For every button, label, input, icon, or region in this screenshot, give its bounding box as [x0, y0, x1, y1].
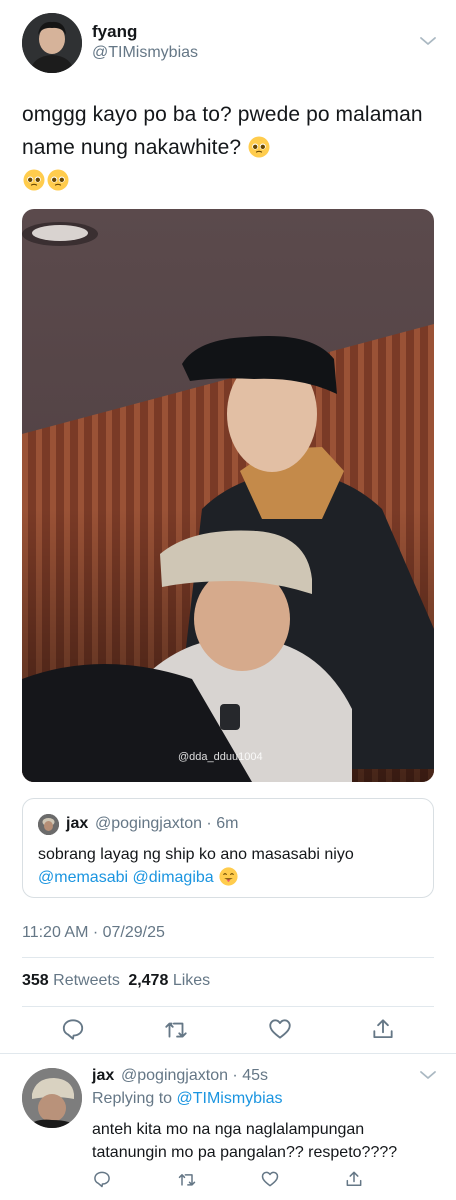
divider — [0, 1053, 456, 1054]
replying-to-mention[interactable]: @TIMismybias — [177, 1090, 283, 1107]
replying-to-label: Replying to — [92, 1090, 173, 1107]
reply-icon[interactable] — [60, 1016, 86, 1042]
retweet-icon[interactable] — [163, 1016, 189, 1042]
replying-to-line: Replying to @TIMismybias — [92, 1090, 283, 1108]
retweet-icon[interactable] — [177, 1169, 197, 1189]
pleading-face-emoji-icon — [248, 136, 270, 158]
quoted-body: sobrang layag ng ship ko ano masasabi ni… — [38, 846, 354, 863]
tweet-body: omggg kayo po ba to? pwede po malaman na… — [22, 103, 423, 159]
quoted-author-handle[interactable]: @pogingjaxton · 6m — [95, 815, 238, 833]
reply-text: anteh kita mo na nga naglalampungan tata… — [92, 1121, 398, 1161]
pleading-face-emoji-icon — [47, 169, 69, 191]
mention-link[interactable]: @dimagiba — [133, 869, 214, 886]
reply-author-handle[interactable]: @pogingjaxton · 45s — [121, 1067, 268, 1085]
likes-label[interactable]: Likes — [173, 972, 210, 989]
chevron-down-icon[interactable] — [418, 1068, 438, 1082]
retweets-label[interactable]: Retweets — [53, 972, 120, 989]
tweet-timestamp[interactable]: 11:20 AM · 07/29/25 — [22, 924, 165, 942]
author-handle[interactable]: @TIMismybias — [92, 44, 198, 62]
tweet-text: omggg kayo po ba to? pwede po malaman na… — [22, 98, 440, 197]
quoted-tweet-text: sobrang layag ng ship ko ano masasabi ni… — [38, 843, 428, 889]
pleading-face-emoji-icon — [23, 169, 45, 191]
likes-count[interactable]: 2,478 — [128, 972, 168, 989]
divider — [22, 957, 434, 958]
share-icon[interactable] — [344, 1169, 364, 1189]
quoted-author-name[interactable]: jax — [66, 815, 88, 833]
author-avatar[interactable] — [22, 13, 82, 73]
chevron-down-icon[interactable] — [418, 34, 438, 48]
author-display-name[interactable]: fyang — [92, 22, 137, 42]
reply-author-avatar[interactable] — [22, 1068, 82, 1128]
like-icon[interactable] — [260, 1169, 280, 1189]
tongue-face-emoji-icon — [219, 867, 238, 886]
divider — [22, 1006, 434, 1007]
engagement-stats: 358 Retweets 2,478 Likes — [22, 972, 210, 990]
share-icon[interactable] — [370, 1016, 396, 1042]
photo-watermark: @dda_dduu1004 — [178, 751, 263, 763]
tweet-photo[interactable]: @dda_dduu1004 — [22, 209, 434, 782]
mention-link[interactable]: @memasabi — [38, 869, 128, 886]
like-icon[interactable] — [267, 1016, 293, 1042]
reply-author-name[interactable]: jax — [92, 1067, 114, 1085]
quoted-tweet-card[interactable]: jax @pogingjaxton · 6m sobrang layag ng … — [22, 798, 434, 898]
quoted-author-avatar[interactable] — [38, 814, 59, 835]
reply-icon[interactable] — [92, 1169, 112, 1189]
retweets-count[interactable]: 358 — [22, 972, 49, 989]
